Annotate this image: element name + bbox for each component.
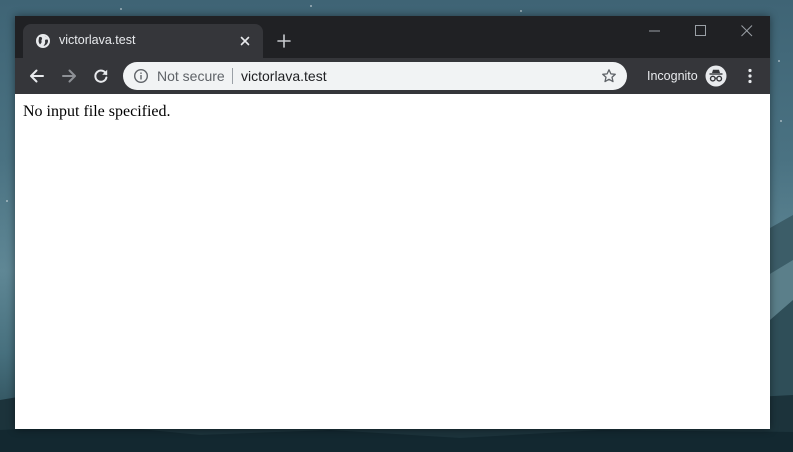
arrow-left-icon[interactable] bbox=[27, 66, 47, 86]
minimize-button[interactable] bbox=[632, 16, 678, 46]
browser-toolbar: Not secure victorlava.test Incognito bbox=[15, 58, 770, 94]
window-close-button[interactable] bbox=[724, 16, 770, 46]
close-icon bbox=[741, 25, 753, 37]
page-message: No input file specified. bbox=[23, 103, 171, 120]
close-icon[interactable] bbox=[237, 33, 253, 49]
tab-title: victorlava.test bbox=[59, 33, 136, 47]
desktop-background: victorlava.test Not secure victorlava.te… bbox=[0, 0, 793, 452]
star-icon[interactable] bbox=[601, 68, 617, 84]
tab-active[interactable]: victorlava.test bbox=[23, 24, 263, 58]
incognito-label[interactable]: Incognito bbox=[647, 69, 698, 83]
address-bar[interactable]: Not secure victorlava.test bbox=[123, 62, 627, 90]
arrow-right-icon[interactable] bbox=[59, 66, 79, 86]
url-text[interactable]: victorlava.test bbox=[241, 68, 327, 84]
maximize-button[interactable] bbox=[678, 16, 724, 46]
title-bar[interactable]: victorlava.test bbox=[15, 16, 770, 58]
info-icon[interactable] bbox=[133, 68, 149, 84]
security-status-label[interactable]: Not secure bbox=[157, 68, 225, 84]
reload-icon[interactable] bbox=[91, 66, 111, 86]
page-content: No input file specified. bbox=[15, 94, 770, 429]
address-bar-divider bbox=[232, 68, 233, 84]
incognito-icon[interactable] bbox=[705, 65, 727, 87]
plus-icon[interactable] bbox=[275, 32, 293, 50]
maximize-icon bbox=[695, 25, 706, 36]
globe-icon bbox=[36, 34, 50, 48]
browser-window: victorlava.test Not secure victorlava.te… bbox=[15, 16, 770, 429]
kebab-menu-icon[interactable] bbox=[740, 66, 760, 86]
minimize-icon bbox=[649, 30, 660, 32]
